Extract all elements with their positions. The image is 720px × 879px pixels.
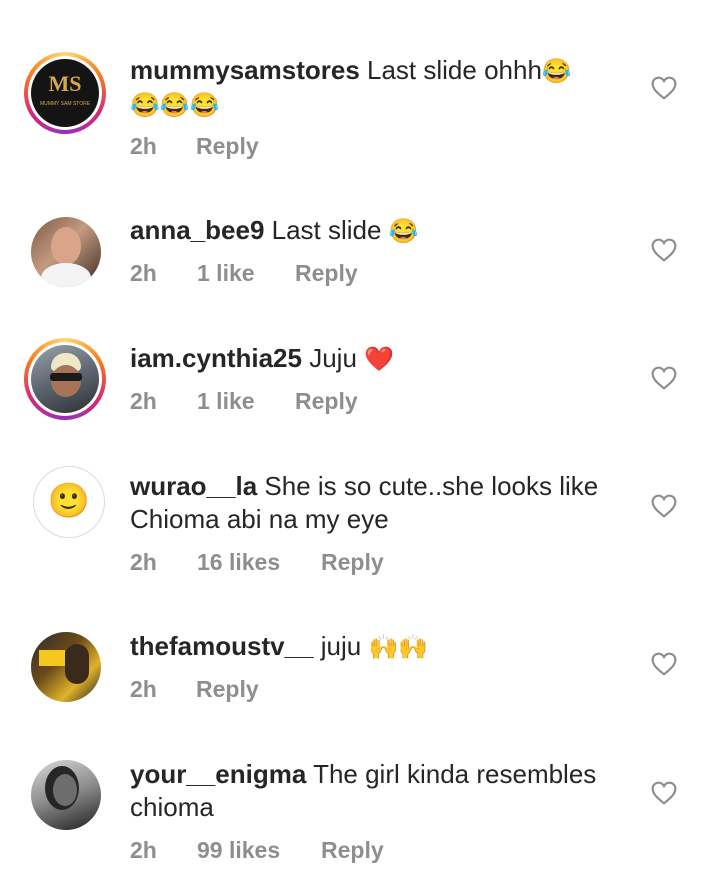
comment-meta: 2h Reply bbox=[130, 133, 259, 160]
avatar-banner bbox=[39, 650, 65, 666]
comment-body: Last slide bbox=[271, 215, 382, 245]
comment-username[interactable]: wurao__la bbox=[130, 471, 257, 501]
comment-time: 2h bbox=[130, 837, 157, 863]
comment-meta: 2h 99 likes Reply bbox=[130, 837, 384, 864]
avatar-logo-text: MS bbox=[48, 71, 82, 96]
avatar-logo-subtext: MUMMY SAM STORE bbox=[39, 101, 91, 107]
avatar-face bbox=[51, 227, 81, 265]
comment-username[interactable]: mummysamstores bbox=[130, 55, 360, 85]
comment-text: wurao__la She is so cute..she looks like… bbox=[130, 470, 630, 536]
comment-meta: 2h Reply bbox=[130, 676, 259, 703]
heart-outline-icon[interactable] bbox=[651, 238, 677, 262]
comment-time: 2h bbox=[130, 133, 157, 159]
laughing-emoji-icon: 😂😂😂 bbox=[130, 92, 220, 119]
comment-time: 2h bbox=[130, 549, 157, 575]
avatar-story-ring[interactable] bbox=[24, 338, 106, 420]
avatar[interactable] bbox=[31, 760, 101, 830]
avatar bbox=[31, 345, 99, 413]
reply-button[interactable]: Reply bbox=[196, 676, 259, 703]
comment-time: 2h bbox=[130, 260, 157, 286]
comment-text: anna_bee9 Last slide 😂 bbox=[130, 214, 630, 248]
comment-body: Juju bbox=[309, 343, 357, 373]
heart-outline-icon[interactable] bbox=[651, 781, 677, 805]
avatar-story-ring[interactable]: MS MUMMY SAM STORE bbox=[24, 52, 106, 134]
comment-likes[interactable]: 99 likes bbox=[197, 837, 321, 864]
comment-text: your__enigma The girl kinda resembles ch… bbox=[130, 758, 630, 824]
heart-outline-icon[interactable] bbox=[651, 652, 677, 676]
avatar[interactable] bbox=[31, 632, 101, 702]
comment-body: juju bbox=[320, 631, 362, 661]
comment-text: iam.cynthia25 Juju ❤️ bbox=[130, 342, 630, 376]
comment-body: The girl kinda resembles bbox=[313, 759, 597, 789]
avatar[interactable] bbox=[31, 217, 101, 287]
avatar-sunglasses bbox=[50, 373, 82, 381]
comment-likes[interactable]: 1 like bbox=[197, 388, 295, 415]
smiling-face-emoji-icon: 🙂 bbox=[47, 482, 91, 520]
comment-body: She is so cute..she looks like bbox=[264, 471, 599, 501]
avatar-face bbox=[53, 774, 77, 806]
comment-body: Last slide ohhh bbox=[367, 55, 542, 85]
comment-meta: 2h 16 likes Reply bbox=[130, 549, 384, 576]
comment-body-continued: Chioma abi na my eye bbox=[130, 504, 389, 534]
comment-body-continued: chioma bbox=[130, 792, 214, 822]
comment-text: mummysamstores Last slide ohhh😂 😂😂😂 bbox=[130, 54, 630, 122]
comment-likes[interactable]: 1 like bbox=[197, 260, 295, 287]
heart-outline-icon[interactable] bbox=[651, 494, 677, 518]
raising-hands-emoji-icon: 🙌🙌 bbox=[368, 634, 429, 661]
laughing-emoji-icon: 😂 bbox=[541, 58, 572, 85]
avatar-face bbox=[51, 365, 81, 397]
avatar[interactable]: 🙂 bbox=[33, 466, 105, 538]
comment-time: 2h bbox=[130, 676, 157, 702]
comment-text: thefamoustv__ juju 🙌🙌 bbox=[130, 630, 630, 664]
red-heart-emoji-icon: ❤️ bbox=[364, 346, 395, 373]
reply-button[interactable]: Reply bbox=[295, 388, 358, 415]
comment-meta: 2h 1 like Reply bbox=[130, 388, 358, 415]
reply-button[interactable]: Reply bbox=[295, 260, 358, 287]
avatar-shirt bbox=[41, 263, 91, 287]
reply-button[interactable]: Reply bbox=[321, 549, 384, 576]
heart-outline-icon[interactable] bbox=[651, 366, 677, 390]
comment-time: 2h bbox=[130, 388, 157, 414]
reply-button[interactable]: Reply bbox=[321, 837, 384, 864]
heart-outline-icon[interactable] bbox=[651, 76, 677, 100]
avatar-figure bbox=[65, 644, 89, 684]
comment-meta: 2h 1 like Reply bbox=[130, 260, 358, 287]
avatar: MS MUMMY SAM STORE bbox=[31, 59, 99, 127]
comment-username[interactable]: iam.cynthia25 bbox=[130, 343, 302, 373]
laughing-emoji-icon: 😂 bbox=[388, 218, 419, 245]
comment-likes[interactable]: 16 likes bbox=[197, 549, 321, 576]
comment-username[interactable]: your__enigma bbox=[130, 759, 306, 789]
comment-username[interactable]: thefamoustv__ bbox=[130, 631, 314, 661]
comment-username[interactable]: anna_bee9 bbox=[130, 215, 264, 245]
reply-button[interactable]: Reply bbox=[196, 133, 259, 160]
